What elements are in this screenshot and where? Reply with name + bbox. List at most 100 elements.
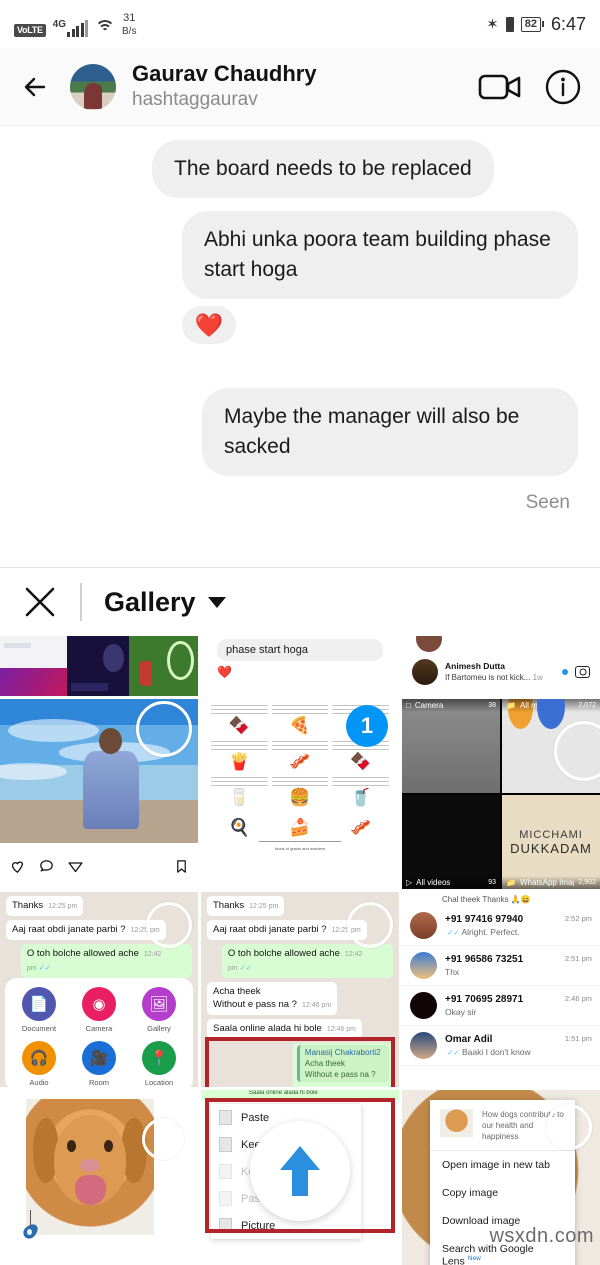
wifi-icon bbox=[95, 20, 116, 36]
quote-line: Acha theek bbox=[304, 1059, 345, 1068]
folder-label-bar: ▷ All videos 93 bbox=[402, 876, 500, 889]
info-icon[interactable] bbox=[544, 68, 582, 106]
post-image bbox=[0, 699, 198, 844]
quoted-message: Manasij Chakraborti2 Acha theek Without … bbox=[296, 1045, 389, 1082]
dm-list-thumb: Animesh Dutta If Bartomeu is not kick...… bbox=[402, 636, 600, 696]
chatlist-row[interactable]: +91 70695 28971 Okay sir 2:46 pm bbox=[402, 986, 600, 1026]
avatar[interactable] bbox=[70, 63, 116, 110]
message-bubble[interactable]: Maybe the manager will also be sacked bbox=[202, 388, 578, 476]
message-row: O toh bolche allowed ache 12:42 pm ✓✓ bbox=[6, 944, 192, 982]
bookmark-icon[interactable] bbox=[174, 858, 189, 875]
last-message-text: Alright. Perfect. bbox=[461, 926, 520, 937]
gallery-thumb[interactable]: Thanks 12:25 pm Aaj raat obdi janate parb… bbox=[201, 892, 399, 1087]
whatsapp-chat-thumb: Thanks 12:25 pm Aaj raat obdi janate parb… bbox=[201, 892, 399, 1087]
folder-label-bar: 📁 All media 2,072 bbox=[502, 699, 600, 712]
attach-gallery[interactable]: 🖼 Gallery bbox=[131, 987, 187, 1033]
back-arrow-icon[interactable] bbox=[18, 68, 56, 106]
food-item: 🥛 bbox=[211, 777, 268, 808]
message-bubble[interactable]: Abhi unka poora team building phase star… bbox=[182, 211, 578, 299]
close-icon[interactable] bbox=[22, 584, 58, 620]
chatlist-row[interactable]: +91 96586 73251 Thx 2:51 pm bbox=[402, 946, 600, 986]
attach-camera[interactable]: ◉ Camera bbox=[71, 987, 127, 1033]
chat-thread: The board needs to be replaced Abhi unka… bbox=[0, 126, 600, 568]
conversation-header: Gaurav Chaudhry hashtaggaurav bbox=[0, 48, 600, 126]
contact-display-name: Gaurav Chaudhry bbox=[132, 61, 317, 86]
avatar bbox=[412, 659, 438, 686]
paste-icon bbox=[219, 1110, 232, 1125]
network-speed-unit: B/s bbox=[122, 26, 137, 37]
video-call-icon[interactable] bbox=[478, 71, 522, 103]
chatlist-row[interactable]: +91 97416 97940 ✓✓ Alright. Perfect. 2:5… bbox=[402, 906, 600, 946]
gallery-thumb[interactable] bbox=[0, 1090, 198, 1265]
folder-label-bar: □ Camera 38 bbox=[402, 699, 500, 712]
quote-author: Manasij Chakraborti2 bbox=[304, 1048, 381, 1057]
menu-item-label: Paste bbox=[241, 1111, 270, 1124]
city-skyline bbox=[0, 812, 198, 844]
vibrate-icon bbox=[505, 16, 514, 32]
message-time: 12:46 pm bbox=[301, 1002, 332, 1009]
folder-name: Camera bbox=[414, 701, 444, 710]
contact-name: +91 70695 28971 bbox=[445, 994, 524, 1005]
gallery-thumb[interactable]: Thanks 12:25 pm Aaj raat obdi janate parb… bbox=[0, 892, 198, 1087]
timestamp: 2:46 pm bbox=[564, 994, 592, 1003]
chatlist-header: Chal theek Thanks 🙏😄 bbox=[442, 895, 531, 904]
watermark: wsxdn.com bbox=[489, 1225, 594, 1247]
chevron-down-icon[interactable] bbox=[207, 596, 226, 608]
message-text: Saala online alada hi bole bbox=[213, 1023, 322, 1034]
paste-format-icon bbox=[219, 1191, 232, 1206]
message-bubble[interactable]: The board needs to be replaced bbox=[152, 140, 494, 198]
message-bubble: Aaj raat obdi janate parbi ? 12:25 pm bbox=[207, 920, 367, 940]
attach-location[interactable]: 📍 Location bbox=[131, 1041, 187, 1087]
gallery-thumb[interactable]: phase start hoga ❤️ bbox=[201, 636, 399, 696]
comment-icon[interactable] bbox=[38, 858, 55, 875]
selection-badge[interactable]: 1 bbox=[346, 705, 388, 747]
share-icon[interactable] bbox=[67, 858, 84, 875]
message-reaction[interactable]: ❤️ bbox=[182, 306, 236, 344]
instagram-post-thumb bbox=[0, 699, 198, 889]
attach-audio[interactable]: 🎧 Audio bbox=[11, 1041, 67, 1087]
avatar bbox=[410, 992, 437, 1019]
message-text-row: Haan bhai12:57 pm✓✓ bbox=[297, 1085, 389, 1087]
folder-count: 93 bbox=[488, 879, 496, 886]
document-icon: 📄 bbox=[22, 987, 56, 1021]
gallery-thumb[interactable]: 🍫 🍕 🍚 🍟 🥓 🍫 🥛 🍔 🥤 🍳 🍰 🥓 foods of grains … bbox=[201, 699, 399, 889]
read-tick-icon: ✓✓ bbox=[447, 927, 460, 937]
headphones-icon: 🎧 bbox=[22, 1041, 56, 1075]
divider bbox=[80, 583, 82, 621]
attachment-grid: 📄 Document ◉ Camera 🖼 Gallery 🎧 Audio 🎥 Room … bbox=[11, 987, 187, 1087]
menu-item-label: Picture bbox=[241, 1219, 276, 1232]
gallery-thumb[interactable]: Animesh Dutta If Bartomeu is not kick...… bbox=[402, 636, 600, 696]
gallery-thumb[interactable]: □ Camera 38 📁 All media 2,072 ▷ All vide… bbox=[402, 699, 600, 889]
attach-room[interactable]: 🎥 Room bbox=[71, 1041, 127, 1087]
attach-label: Audio bbox=[29, 1078, 49, 1087]
touch-highlight-ring bbox=[546, 1104, 592, 1150]
clock: 6:47 bbox=[550, 13, 586, 34]
message-row: Acha theek Without e pass na ? 12:46 pm bbox=[207, 982, 393, 1019]
message-row: The board needs to be replaced bbox=[22, 140, 578, 198]
food-item: 🥓 bbox=[271, 741, 329, 772]
timestamp: 1:51 pm bbox=[564, 1034, 592, 1043]
like-heart-icon[interactable] bbox=[9, 858, 26, 875]
gallery-thumb[interactable]: Chal theek Thanks 🙏😄 +91 97416 97940 ✓✓ … bbox=[402, 892, 600, 1087]
menu-item-open-image[interactable]: Open image in new tab bbox=[430, 1151, 575, 1179]
touch-highlight-ring bbox=[146, 902, 192, 948]
read-tick-icon: ✓✓ bbox=[447, 1047, 460, 1057]
unread-dot-icon bbox=[562, 669, 568, 676]
food-item: 🍳 bbox=[228, 818, 250, 837]
chatlist-row[interactable]: Omar Adil ✓✓ Baaki I don't know 1:51 pm bbox=[402, 1026, 600, 1066]
keep-source-icon bbox=[219, 1137, 232, 1152]
attach-document[interactable]: 📄 Document bbox=[11, 987, 67, 1033]
brand-line-1: MICCHAMI bbox=[519, 828, 583, 841]
row-text: +91 96586 73251 Thx bbox=[445, 953, 557, 978]
last-message: Thx bbox=[445, 967, 460, 977]
text-cursor-handle-icon bbox=[22, 1210, 38, 1244]
food-footer: foods of grains and wonders bbox=[274, 846, 326, 851]
gallery-thumb[interactable] bbox=[0, 699, 198, 889]
menu-item-copy-image[interactable]: Copy image bbox=[430, 1179, 575, 1207]
message-status: Seen bbox=[525, 492, 570, 513]
timestamp: 2:52 pm bbox=[564, 914, 592, 923]
dm-snippet: If Bartomeu is not kick... 1w bbox=[445, 672, 555, 683]
gallery-thumb[interactable] bbox=[0, 636, 198, 696]
gallery-thumb[interactable]: Saala online alada hi bole Paste Keep S … bbox=[201, 1090, 399, 1265]
folder-name: WhatsApp Images bbox=[519, 878, 575, 887]
